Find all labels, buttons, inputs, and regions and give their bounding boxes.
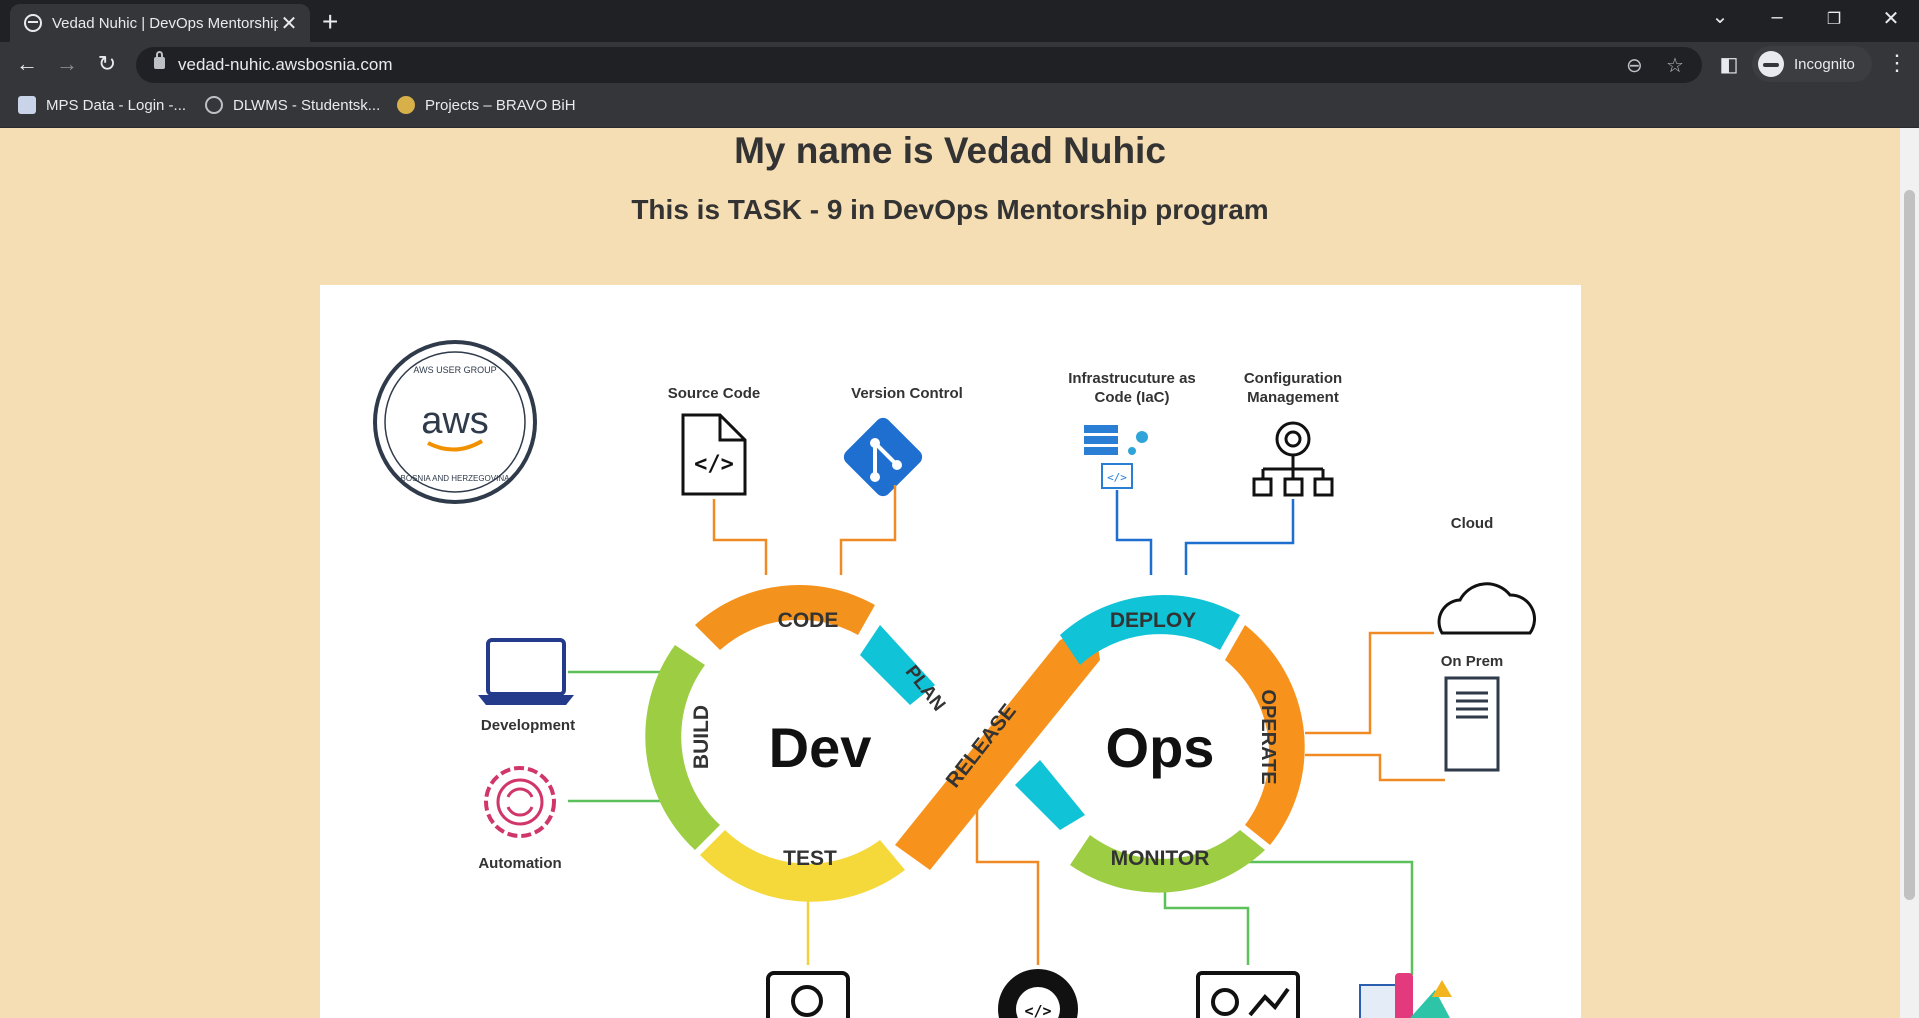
bookmark-label: MPS Data - Login -... [46, 96, 187, 114]
source-code-file-icon: </> [681, 413, 747, 496]
page-scrollbar[interactable] [1900, 128, 1919, 1018]
address-bar[interactable]: vedad-nuhic.awsbosnia.com ⊖ ☆ [136, 47, 1702, 83]
monitoring-alerts-icon [1359, 973, 1452, 1018]
tab-search-chevron-icon[interactable]: ⌄ [1700, 4, 1740, 29]
logo-bottom-text: BOSNIA AND HERZEGOVINA [401, 474, 511, 483]
bookmark-dlwms[interactable]: DLWMS - Studentsk... [205, 96, 380, 114]
menu-kebab-icon[interactable]: ⋮ [1886, 50, 1908, 76]
bravo-logo-icon [397, 96, 415, 114]
stage-operate-label: OPERATE [1257, 689, 1279, 784]
iac-label-line2: Code (IaC) [1095, 389, 1170, 406]
back-arrow-icon[interactable]: ← [13, 51, 41, 77]
laptop-icon [478, 638, 574, 705]
server-icon [1444, 676, 1500, 772]
page-content: My name is Vedad Nuhic This is TASK - 9 … [0, 128, 1900, 1018]
testing-settings-icon [766, 971, 850, 1018]
config-label-line1: Configuration [1244, 370, 1342, 387]
side-panel-icon[interactable]: ◧ [1715, 52, 1743, 77]
release-gear-code-icon: </> [998, 969, 1078, 1018]
bookmarks-bar: MPS Data - Login -... DLWMS - Studentsk.… [0, 88, 1919, 128]
incognito-profile-button[interactable]: Incognito [1752, 46, 1872, 82]
ops-center-label: Ops [1106, 716, 1215, 779]
minimize-button[interactable]: – [1757, 6, 1797, 29]
release-segment [895, 625, 1100, 870]
forward-arrow-icon[interactable]: → [53, 51, 81, 77]
bookmark-mps-data[interactable]: MPS Data - Login -... [18, 96, 186, 114]
devops-diagram: AWS USER GROUP aws BOSNIA AND HERZEGOVIN… [320, 285, 1581, 1018]
url-text[interactable]: vedad-nuhic.awsbosnia.com [178, 55, 393, 75]
browser-toolbar: ← → ↻ vedad-nuhic.awsbosnia.com ⊖ ☆ ◧ In… [0, 42, 1919, 88]
bookmark-label: Projects – BRAVO BiH [425, 96, 576, 114]
stage-code-label: CODE [778, 609, 839, 632]
bookmark-label: DLWMS - Studentsk... [233, 96, 381, 114]
automation-gear-icon [484, 766, 556, 838]
monitoring-dashboard-icon [1196, 971, 1300, 1018]
stage-test-label: TEST [783, 847, 837, 870]
globe-icon [24, 14, 42, 32]
dev-center-label: Dev [769, 716, 872, 779]
cloud-icon [1437, 582, 1537, 635]
version-control-label: Version Control [851, 385, 963, 402]
aws-smile-icon [427, 439, 484, 452]
lock-icon [154, 51, 165, 69]
configuration-management-icon [1252, 421, 1334, 497]
svg-text:</>: </> [1024, 1002, 1051, 1018]
git-icon [843, 417, 923, 497]
tab-title: Vedad Nuhic | DevOps Mentorship [52, 14, 278, 32]
browser-titlebar: Vedad Nuhic | DevOps Mentorship ✕ + ⌄ – … [0, 0, 1919, 42]
ops-return-segment [1015, 760, 1085, 830]
incognito-label: Incognito [1794, 55, 1855, 73]
new-tab-button[interactable]: + [322, 6, 338, 38]
aws-user-group-logo: AWS USER GROUP aws BOSNIA AND HERZEGOVIN… [373, 340, 537, 504]
tab-close-icon[interactable]: ✕ [278, 11, 300, 36]
infrastructure-as-code-icon: </> [1084, 425, 1148, 489]
document-icon [18, 96, 36, 114]
zoom-out-icon[interactable]: ⊖ [1626, 53, 1643, 78]
iac-label-line1: Infrastrucuture as [1068, 370, 1196, 387]
stage-deploy-label: DEPLOY [1110, 609, 1196, 632]
svg-text:</>: </> [694, 452, 734, 477]
reload-icon[interactable]: ↻ [93, 51, 121, 77]
svg-text:</>: </> [1107, 471, 1127, 484]
page-title: My name is Vedad Nuhic [734, 130, 1166, 171]
scrollbar-thumb[interactable] [1904, 190, 1915, 900]
incognito-icon [1758, 51, 1784, 77]
logo-top-text: AWS USER GROUP [413, 365, 496, 375]
browser-tab[interactable]: Vedad Nuhic | DevOps Mentorship ✕ [10, 4, 310, 42]
restore-button[interactable]: ❐ [1814, 9, 1854, 29]
logo-aws-text: aws [421, 400, 489, 442]
config-label-line2: Management [1247, 389, 1339, 406]
page-subtitle: This is TASK - 9 in DevOps Mentorship pr… [631, 194, 1269, 225]
close-window-button[interactable]: ✕ [1871, 6, 1911, 31]
bookmark-bravo[interactable]: Projects – BRAVO BiH [397, 96, 576, 114]
globe-icon [205, 96, 223, 114]
bookmark-star-icon[interactable]: ☆ [1666, 53, 1684, 78]
cloud-label: Cloud [1451, 515, 1494, 532]
stage-monitor-label: MONITOR [1111, 847, 1210, 870]
source-code-label: Source Code [668, 385, 761, 402]
development-label: Development [481, 717, 575, 734]
on-prem-label: On Prem [1441, 653, 1504, 670]
automation-label: Automation [478, 855, 561, 872]
stage-build-label: BUILD [690, 705, 713, 769]
